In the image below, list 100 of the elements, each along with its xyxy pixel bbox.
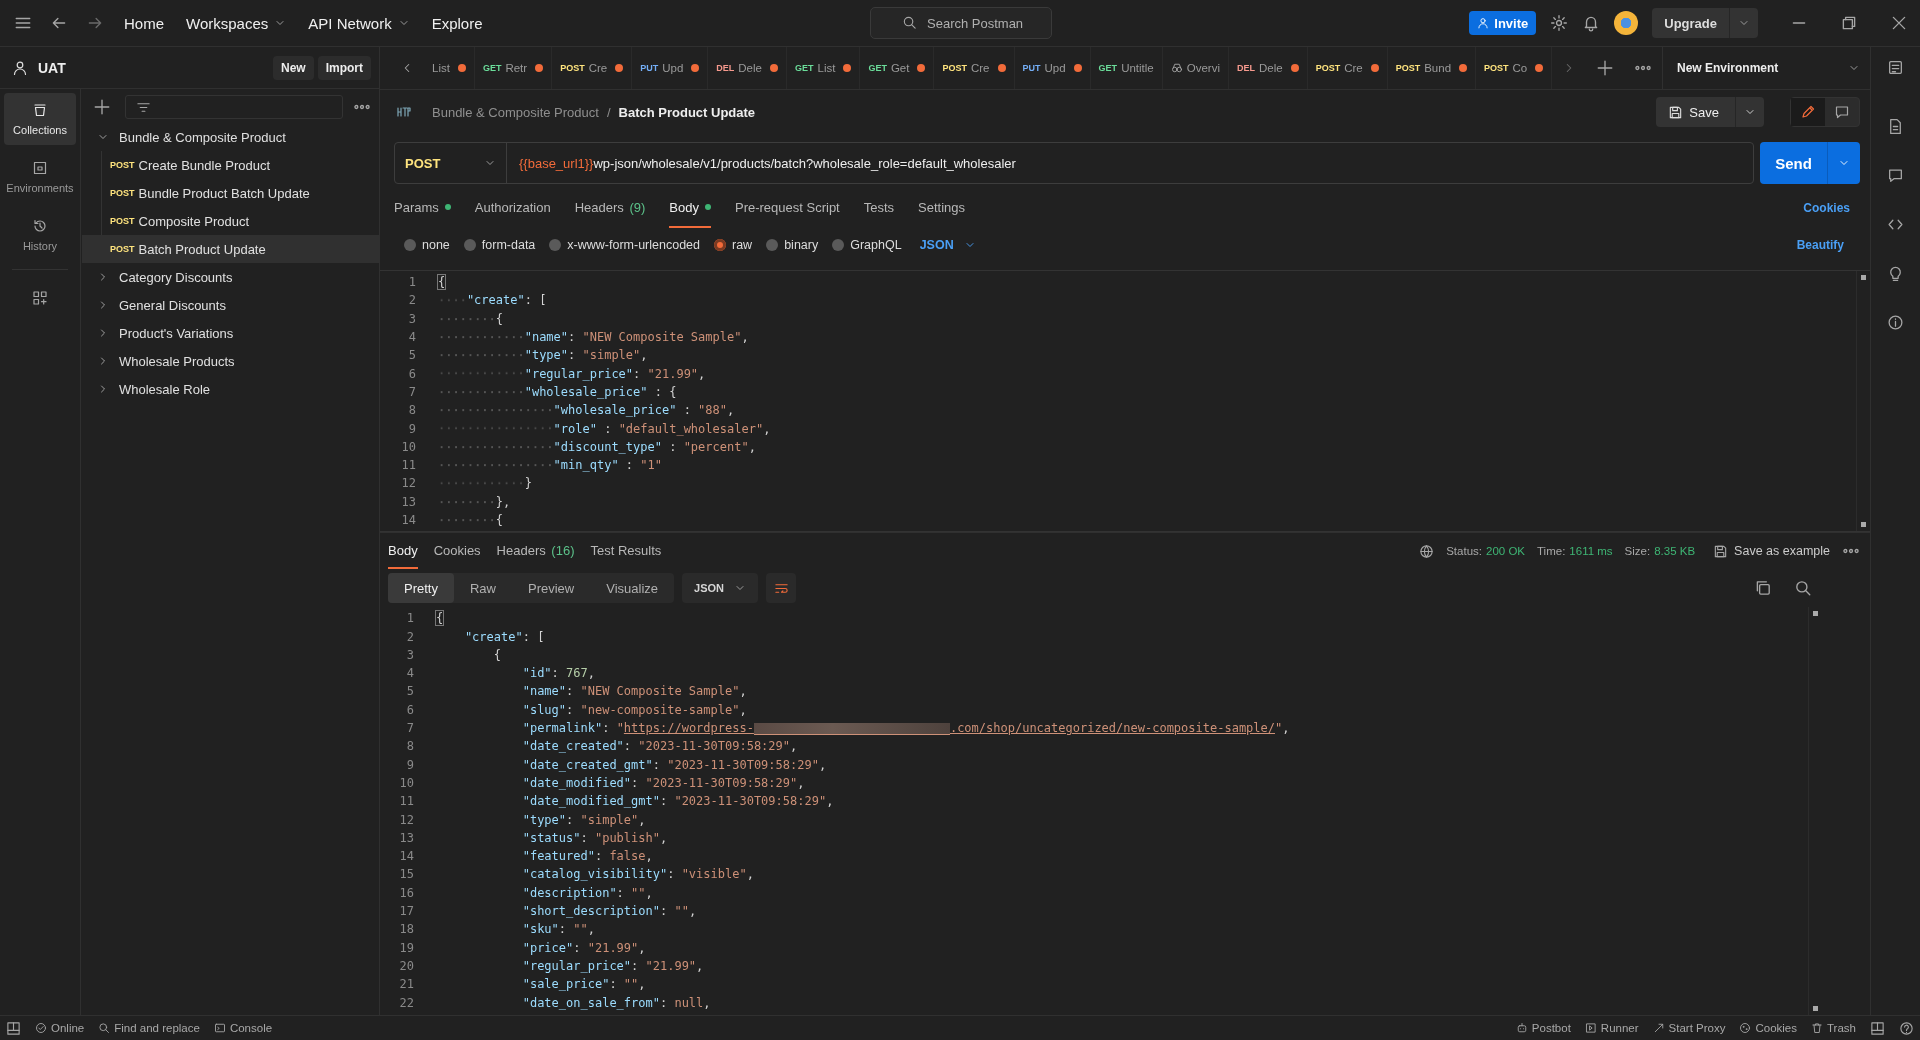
radio-option[interactable]: raw [714, 238, 753, 252]
radio-option[interactable]: GraphQL [832, 238, 902, 252]
url-field[interactable]: {{base_url1}}wp-json/wholesale/v1/products/batch?wholesale_role=default_wholesaler [507, 155, 1753, 171]
nav-menu-item[interactable]: Explore [429, 10, 485, 36]
request-tab[interactable]: POST Cre [552, 47, 633, 89]
filter-field[interactable] [125, 95, 343, 119]
request-section-tab[interactable]: Pre-request Script [734, 188, 840, 228]
workspace-button[interactable]: Import [317, 55, 371, 80]
view-mode-tab[interactable]: Pretty [388, 573, 454, 604]
request-tab[interactable]: GET Retr [474, 47, 553, 89]
request-section-tab[interactable]: Headers (9) [574, 188, 646, 228]
status-bar-item[interactable]: Start Proxy [1652, 1022, 1726, 1034]
request-tab[interactable]: GET Get [860, 47, 935, 89]
documentation-icon[interactable] [1887, 118, 1904, 135]
request-item[interactable]: POST Create Bundle Product [82, 151, 379, 179]
status-bar-item[interactable]: Console [213, 1022, 273, 1034]
request-section-tab[interactable]: Settings [918, 188, 966, 228]
format-dropdown[interactable]: JSON [919, 238, 976, 252]
response-tab[interactable]: Headers (16) [496, 533, 575, 570]
close-icon[interactable] [1890, 14, 1908, 32]
info-icon[interactable] [1887, 314, 1904, 331]
copy-icon[interactable] [1754, 579, 1772, 598]
nav-menu-item[interactable]: Workspaces [184, 10, 289, 36]
status-bar-item[interactable]: Postbot [1515, 1022, 1571, 1034]
comments-icon[interactable] [1887, 167, 1904, 184]
collection-item[interactable]: Category Discounts [81, 263, 379, 291]
send-button[interactable]: Send [1760, 142, 1860, 184]
nav-menu-item[interactable]: Home [122, 10, 166, 36]
sidebar-nav-item[interactable]: History [4, 209, 76, 261]
collection-item[interactable]: Product's Variations [81, 319, 379, 347]
request-tab[interactable]: PUT Upd [632, 47, 709, 89]
request-section-tab[interactable]: Authorization [474, 188, 551, 228]
code-line: "role" : "default_wholesaler", [553, 421, 771, 436]
search-icon[interactable] [1794, 579, 1812, 598]
view-mode-tab[interactable]: Raw [453, 573, 512, 604]
request-item[interactable]: POST Batch Product Update [82, 235, 379, 263]
request-section-tab[interactable]: Body [669, 188, 711, 228]
collection-item[interactable]: Wholesale Products [81, 347, 379, 375]
status-bar-item[interactable]: Trash [1811, 1022, 1856, 1034]
line-number: 9 [407, 421, 417, 436]
request-section-tab[interactable]: Tests [863, 188, 895, 228]
request-tab[interactable]: Overvi [1162, 47, 1229, 89]
add-apps-icon[interactable] [32, 290, 48, 306]
nav-menu-item[interactable]: API Network [306, 10, 412, 36]
response-tab[interactable]: Cookies [433, 533, 481, 570]
radio-option[interactable]: form-data [463, 238, 536, 252]
save-button[interactable]: Save [1656, 97, 1764, 127]
collection-item[interactable]: Bundle & Composite Product [81, 123, 379, 151]
settings-icon[interactable] [1550, 14, 1569, 32]
method-dropdown[interactable]: POST [395, 143, 507, 183]
restore-icon[interactable] [1840, 14, 1858, 32]
lightbulb-icon[interactable] [1887, 265, 1904, 282]
request-tab[interactable]: POST Bund [1387, 47, 1477, 89]
save-example-button[interactable]: Save as example [1713, 543, 1830, 559]
request-tab[interactable]: GET List [786, 47, 861, 89]
status-bar-item[interactable]: Cookies [1739, 1022, 1797, 1034]
request-tab[interactable]: POST Co [1476, 47, 1553, 89]
sidebar-nav-item[interactable]: Collections [4, 93, 76, 145]
breadcrumb-link[interactable]: Bundle & Composite Product [432, 104, 599, 120]
radio-option[interactable]: binary [766, 238, 819, 252]
request-item[interactable]: POST Composite Product [82, 207, 379, 235]
request-tab[interactable]: POST Cre [934, 47, 1015, 89]
plus-icon[interactable] [93, 98, 111, 116]
request-item[interactable]: POST Bundle Product Batch Update [82, 179, 379, 207]
pencil-icon[interactable] [1791, 98, 1825, 126]
request-tab[interactable]: List [424, 47, 475, 89]
view-mode-tab[interactable]: Preview [512, 573, 591, 604]
radio-option[interactable]: x-www-form-urlencoded [549, 238, 700, 252]
upgrade-button[interactable]: Upgrade [1652, 8, 1758, 38]
beautify-link[interactable]: Beautify [1796, 238, 1844, 252]
workspace-name: UAT [38, 59, 66, 76]
sidebar-toggle-icon[interactable] [6, 1020, 21, 1036]
sidebar-nav-item[interactable]: Environments [4, 151, 76, 203]
invite-button[interactable]: Invite [1469, 11, 1537, 35]
avatar[interactable] [1614, 11, 1639, 35]
status-bar-item[interactable]: Find and replace [98, 1022, 200, 1034]
collection-item[interactable]: Wholesale Role [81, 375, 379, 403]
view-mode-tab[interactable]: Visualize [590, 573, 675, 604]
wrap-lines-button[interactable] [766, 573, 797, 604]
request-tab[interactable]: DEL Dele [708, 47, 787, 89]
cookies-link[interactable]: Cookies [1803, 201, 1850, 215]
environment-dropdown[interactable]: New Environment [1662, 47, 1870, 89]
response-tab[interactable]: Test Results [590, 533, 662, 570]
response-tab[interactable]: Body [388, 533, 418, 570]
layout-icon[interactable] [1870, 1020, 1885, 1036]
format-dropdown[interactable]: JSON [682, 573, 759, 604]
collection-item[interactable]: General Discounts [81, 291, 379, 319]
request-section-tab[interactable]: Params [394, 188, 451, 228]
radio-option[interactable]: none [404, 238, 450, 252]
status-bar-item[interactable]: Runner [1584, 1022, 1639, 1034]
workspace-button[interactable]: New [272, 55, 314, 80]
request-tab[interactable]: GET Untitle [1090, 47, 1163, 89]
request-tab[interactable]: DEL Dele [1228, 47, 1308, 89]
line-number: 14 [400, 513, 417, 527]
request-tab[interactable]: PUT Upd [1014, 47, 1091, 89]
status-bar-item[interactable]: Online [35, 1022, 85, 1034]
search-field[interactable]: Search Postman [870, 7, 1052, 39]
help-icon[interactable] [1899, 1020, 1914, 1036]
new-tab-icon[interactable] [1596, 59, 1615, 77]
request-tab[interactable]: POST Cre [1307, 47, 1388, 89]
